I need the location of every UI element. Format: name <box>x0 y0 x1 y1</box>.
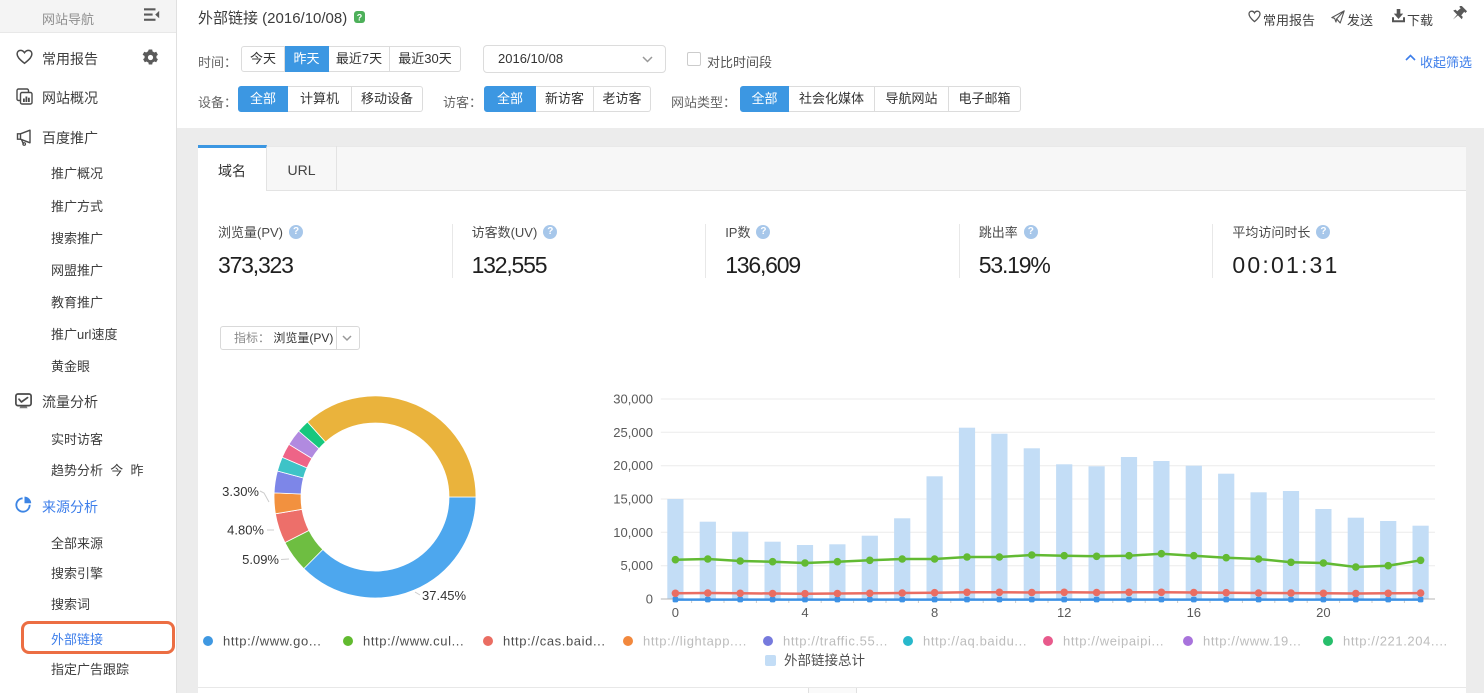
svg-text:http://aq.baidu...: http://aq.baidu... <box>923 634 1027 649</box>
svg-text:37.45%: 37.45% <box>422 588 467 603</box>
svg-text:20,000: 20,000 <box>613 458 653 473</box>
svg-text:30,000: 30,000 <box>613 392 653 407</box>
svg-text:4.80%: 4.80% <box>227 523 264 538</box>
svg-text:0: 0 <box>672 605 679 620</box>
svg-text:3.30%: 3.30% <box>222 484 259 499</box>
svg-text:http://weipaipi...: http://weipaipi... <box>1063 634 1164 649</box>
svg-text:http://cas.baid...: http://cas.baid... <box>503 634 606 649</box>
svg-text:25,000: 25,000 <box>613 425 653 440</box>
svg-text:http://traffic.55...: http://traffic.55... <box>783 634 888 649</box>
svg-text:http://www.go...: http://www.go... <box>223 634 321 649</box>
svg-text:http://www.19...: http://www.19... <box>1203 634 1301 649</box>
svg-text:8: 8 <box>931 605 938 620</box>
svg-text:http://www.cul...: http://www.cul... <box>363 634 464 649</box>
svg-text:0: 0 <box>646 592 653 607</box>
svg-text:4: 4 <box>801 605 808 620</box>
svg-text:5.09%: 5.09% <box>242 552 279 567</box>
svg-text:?: ? <box>357 13 363 23</box>
svg-text:20: 20 <box>1316 605 1330 620</box>
svg-text:http://lightapp....: http://lightapp.... <box>643 634 747 649</box>
svg-text:16: 16 <box>1187 605 1201 620</box>
svg-text:12: 12 <box>1057 605 1071 620</box>
svg-text:10,000: 10,000 <box>613 525 653 540</box>
svg-text:15,000: 15,000 <box>613 492 653 507</box>
svg-text:http://221.204....: http://221.204.... <box>1343 634 1448 649</box>
svg-text:外部链接总计: 外部链接总计 <box>784 652 865 668</box>
svg-text:5,000: 5,000 <box>620 558 653 573</box>
